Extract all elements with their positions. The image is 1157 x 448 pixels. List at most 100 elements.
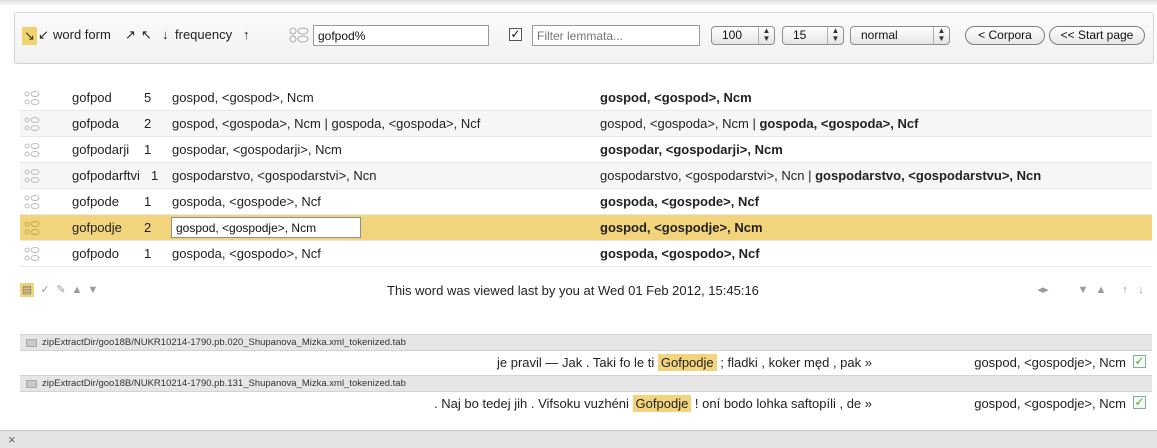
frequency: 1	[144, 246, 152, 261]
frequency: 2	[144, 116, 152, 131]
expand-icon[interactable]: ◂▸	[1034, 283, 1052, 297]
sort-up-icon[interactable]: ↗	[125, 27, 136, 43]
case-eye-icon[interactable]	[24, 168, 40, 184]
table-row[interactable]: gofpode 1 gospoda, <gospode>, Ncf gospod…	[20, 189, 1152, 215]
freq-sort-up-icon[interactable]: ↑	[243, 27, 250, 42]
window-top-shadow	[0, 0, 1157, 6]
scroll-up-icon[interactable]: ▲	[70, 283, 84, 297]
table-row[interactable]: gofpodarji 1 gospodar, <gospodarji>, Ncm…	[20, 137, 1152, 163]
pin-down-icon[interactable]: ↓	[1134, 283, 1148, 297]
mode-select[interactable]: normal ▲ ▼	[850, 26, 950, 45]
sort-form-desc-icon[interactable]: ↙	[38, 27, 49, 43]
assigned-lemma: gospod, <gospodje>, Ncm	[600, 220, 763, 235]
corpora-button[interactable]: < Corpora	[965, 26, 1045, 45]
close-icon[interactable]: ×	[8, 432, 16, 447]
case-eye-icon[interactable]	[24, 220, 40, 236]
context-source-header: zipExtractDir/goo18B/NUKR10214-1790.pb.0…	[20, 334, 1152, 351]
lemma-candidates[interactable]: gospod, <gospod>, Ncm	[172, 90, 314, 105]
page-size-value: 100	[722, 28, 743, 42]
freq-sort-down-icon[interactable]: ↓	[162, 27, 169, 42]
stepper-arrows-icon: ▲ ▼	[758, 27, 774, 44]
table-row[interactable]: gofpodarftvi 1 gospodarstvo, <gospodarst…	[20, 163, 1152, 189]
lemma-bold: gospoda, <gospode>, Ncf	[600, 194, 759, 209]
confirm-check-icon[interactable]: ✓	[1133, 355, 1146, 368]
context-size-select[interactable]: 15 ▲ ▼	[782, 26, 844, 45]
lemma-edit-input[interactable]	[171, 217, 361, 238]
word-form[interactable]: gofpoda	[72, 116, 119, 131]
lemma-bold: gospodar, <gospodarji>, Ncm	[600, 142, 783, 157]
assigned-lemma: gospoda, <gospodo>, Ncf	[600, 246, 760, 261]
up-icon[interactable]: ▲	[1094, 283, 1108, 297]
search-input[interactable]	[313, 25, 489, 46]
concordance-line[interactable]: . Naj bo tedej jih . Vifsoku vuzhéni Gof…	[20, 392, 1152, 416]
keyword-highlight[interactable]: Gofpodje	[657, 354, 717, 371]
edit-icon[interactable]: ✎	[54, 283, 68, 297]
down-icon[interactable]: ▼	[1076, 283, 1090, 297]
word-form[interactable]: gofpodje	[72, 220, 122, 235]
document-icon[interactable]: ▤	[20, 283, 34, 297]
right-context: ! oní bodo lohka saftopíli , de »	[691, 396, 872, 411]
start-page-button[interactable]: << Start page	[1049, 26, 1145, 45]
frequency: 1	[151, 168, 159, 183]
filter-lemmata-input[interactable]	[532, 25, 700, 46]
table-row-selected[interactable]: gofpodje 2 gospod, <gospodje>, Ncm	[20, 215, 1152, 241]
confirm-check-icon[interactable]: ✓	[1133, 396, 1146, 409]
context-source-header: zipExtractDir/goo18B/NUKR10214-1790.pb.1…	[20, 375, 1152, 392]
assigned-lemma: gospodar, <gospodarji>, Ncm	[600, 142, 783, 157]
scroll-down-icon[interactable]: ▼	[86, 283, 100, 297]
case-eye-icon[interactable]	[24, 142, 40, 158]
table-row[interactable]: gofpoda 2 gospod, <gospoda>, Ncm | gospo…	[20, 111, 1152, 137]
filter-lemmata-checkbox[interactable]: ✓	[509, 28, 522, 41]
left-context: . Naj bo tedej jih . Vifsoku vuzhéni	[434, 396, 633, 411]
lemma-candidates[interactable]: gospoda, <gospodo>, Ncf	[172, 246, 321, 261]
pin-up-icon[interactable]: ↑	[1118, 283, 1132, 297]
assigned-lemma: gospoda, <gospode>, Ncf	[600, 194, 759, 209]
mode-value: normal	[861, 28, 898, 42]
frequency: 1	[144, 194, 152, 209]
word-form[interactable]: gofpod	[72, 90, 112, 105]
table-row[interactable]: gofpodo 1 gospoda, <gospodo>, Ncf gospod…	[20, 241, 1152, 267]
check-all-icon[interactable]: ✓	[38, 283, 52, 297]
case-eye-icon[interactable]	[287, 26, 311, 44]
lemma-candidates[interactable]: gospoda, <gospode>, Ncf	[172, 194, 321, 209]
source-path: zipExtractDir/goo18B/NUKR10214-1790.pb.1…	[42, 378, 406, 389]
sort-down-icon[interactable]: ↖	[141, 27, 152, 43]
bottom-status-bar: ×	[0, 430, 1157, 448]
frequency: 1	[144, 142, 152, 157]
assigned-lemma: gospod, <gospoda>, Ncm | gospoda, <gospo…	[600, 116, 918, 131]
lemma-bold: gospod, <gospod>, Ncm	[600, 90, 752, 105]
frequency-label: frequency	[175, 27, 233, 42]
folder-icon	[26, 339, 37, 347]
lemma-plain: gospodarstvo, <gospodarstvi>, Ncn |	[600, 168, 816, 183]
stepper-arrows-icon: ▲ ▼	[827, 27, 843, 44]
word-form[interactable]: gofpodarji	[72, 142, 129, 157]
frequency: 2	[144, 220, 152, 235]
lemma-candidates[interactable]: gospodarstvo, <gospodarstvi>, Ncn	[172, 168, 377, 183]
table-row[interactable]: gofpod 5 gospod, <gospod>, Ncm gospod, <…	[20, 85, 1152, 111]
word-form[interactable]: gofpode	[72, 194, 119, 209]
lemma-candidates[interactable]: gospodar, <gospodarji>, Ncm	[172, 142, 342, 157]
case-eye-icon[interactable]	[24, 246, 40, 262]
lemma-bold: gospod, <gospodje>, Ncm	[600, 220, 763, 235]
lemma-candidates[interactable]: gospod, <gospoda>, Ncm | gospoda, <gospo…	[172, 116, 480, 131]
page-size-select[interactable]: 100 ▲ ▼	[711, 26, 775, 45]
source-path: zipExtractDir/goo18B/NUKR10214-1790.pb.0…	[42, 337, 406, 348]
sort-form-asc-icon[interactable]: ↘	[22, 27, 37, 45]
case-eye-icon[interactable]	[24, 116, 40, 132]
kwic-text: je pravil — Jak . Taki fo le ti Gofpodje…	[497, 354, 872, 371]
stepper-arrows-icon: ▲ ▼	[933, 27, 949, 44]
lemma-plain: gospod, <gospoda>, Ncm |	[600, 116, 760, 131]
concordance-panel: zipExtractDir/goo18B/NUKR10214-1790.pb.0…	[20, 334, 1152, 416]
case-eye-icon[interactable]	[24, 90, 40, 106]
word-form[interactable]: gofpodarftvi	[72, 168, 140, 183]
last-viewed-status: This word was viewed last by you at Wed …	[387, 283, 759, 298]
frequency: 5	[144, 90, 152, 105]
word-form[interactable]: gofpodo	[72, 246, 119, 261]
lemma-bold: gospoda, <gospoda>, Ncf	[759, 116, 919, 131]
assigned-lemma: gospodarstvo, <gospodarstvi>, Ncn | gosp…	[600, 168, 1041, 183]
case-eye-icon[interactable]	[24, 194, 40, 210]
kwic-text: . Naj bo tedej jih . Vifsoku vuzhéni Gof…	[434, 395, 872, 412]
right-context: ; fladki , koker męd , pak »	[716, 355, 872, 370]
concordance-line[interactable]: je pravil — Jak . Taki fo le ti Gofpodje…	[20, 351, 1152, 375]
keyword-highlight[interactable]: Gofpodje	[632, 395, 692, 412]
